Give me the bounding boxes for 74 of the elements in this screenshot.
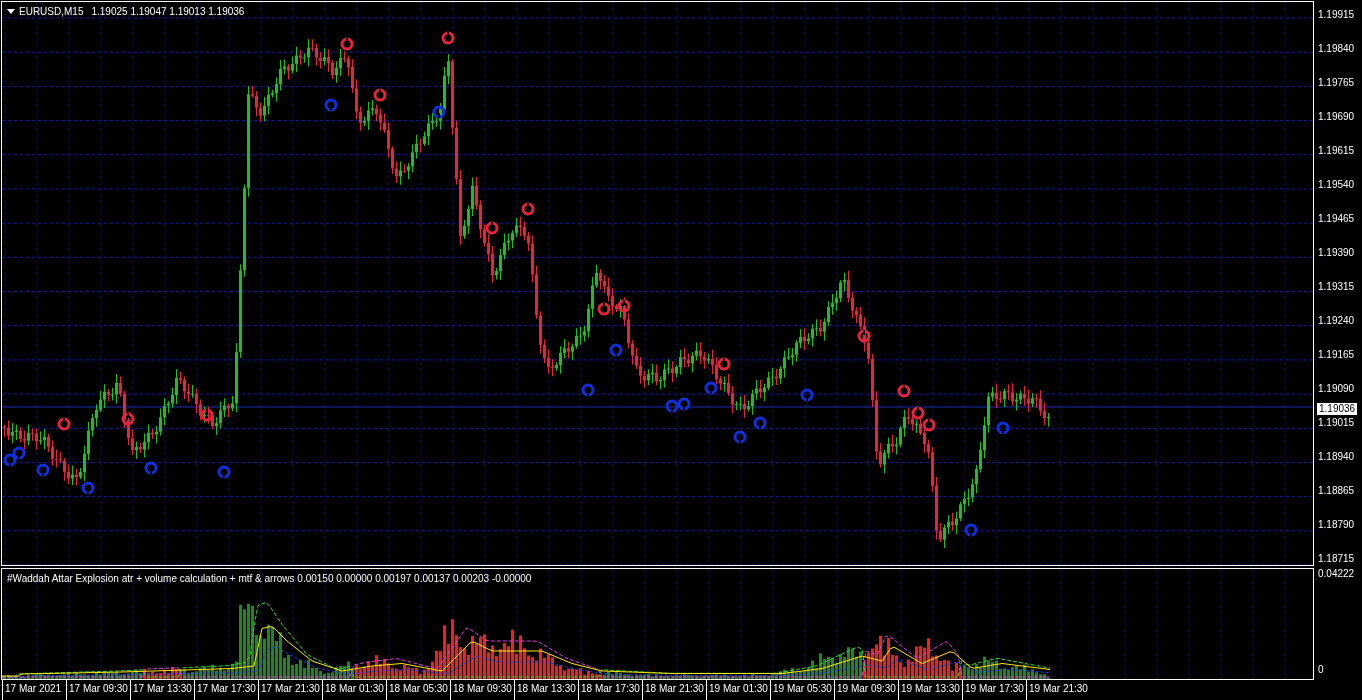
signal-marker-icon: [704, 381, 718, 395]
signal-marker-icon: [324, 98, 338, 112]
price-label: 1.19915: [1318, 9, 1356, 21]
signal-marker-icon: [3, 453, 17, 467]
price-label: 1.18940: [1318, 451, 1356, 463]
signal-marker-icon: [581, 383, 595, 397]
signal-marker-icon: [753, 416, 767, 430]
signal-marker-icon: [144, 461, 158, 475]
signal-marker-icon: [217, 465, 231, 479]
time-label: 17 Mar 21:30: [258, 680, 322, 700]
signal-marker-icon: [432, 105, 446, 119]
scale-max-label: 0.04222: [1318, 568, 1356, 580]
signal-marker-icon: [441, 31, 455, 45]
time-label: 19 Mar 05:30: [770, 680, 834, 700]
price-label: 1.19090: [1318, 383, 1356, 395]
time-label: 17 Mar 09:30: [66, 680, 130, 700]
time-label: 19 Mar 17:30: [962, 680, 1026, 700]
signal-marker-icon: [897, 384, 911, 398]
signal-marker-icon: [677, 397, 691, 411]
time-label: 18 Mar 09:30: [450, 680, 514, 700]
price-label: 1.19840: [1318, 43, 1356, 55]
price-label: 1.19540: [1318, 179, 1356, 191]
price-label: 1.19690: [1318, 111, 1356, 123]
signal-marker-icon: [57, 417, 71, 431]
price-label: 1.19165: [1318, 349, 1356, 361]
ohlc-values: 1.19025 1.19047 1.19013 1.19036: [91, 6, 245, 17]
price-label: 1.19315: [1318, 281, 1356, 293]
time-label: 18 Mar 05:30: [386, 680, 450, 700]
current-price-label: 1.19036: [1317, 403, 1358, 415]
dropdown-triangle-icon[interactable]: [7, 8, 15, 15]
signal-marker-icon: [857, 329, 871, 343]
time-label: 19 Mar 21:30: [1026, 680, 1090, 700]
symbol-title: EURUSD,M15: [19, 6, 84, 17]
time-label: 19 Mar 01:30: [706, 680, 770, 700]
price-label: 1.19390: [1318, 247, 1356, 259]
price-label: 1.18715: [1318, 553, 1356, 565]
signal-marker-icon: [36, 463, 50, 477]
time-label: 18 Mar 21:30: [642, 680, 706, 700]
price-label: 1.19465: [1318, 213, 1356, 225]
price-label: 1.19240: [1318, 315, 1356, 327]
signal-marker-icon: [617, 299, 631, 313]
scale-min-label: 0: [1318, 664, 1325, 676]
time-label: 19 Mar 13:30: [898, 680, 962, 700]
signal-marker-icon: [665, 399, 679, 413]
signal-marker-icon: [800, 388, 814, 402]
time-label: 19 Mar 09:30: [834, 680, 898, 700]
signal-marker-icon: [340, 37, 354, 51]
signal-marker-icon: [996, 421, 1010, 435]
signal-marker-icon: [609, 343, 623, 357]
signal-marker-icon: [200, 408, 214, 422]
time-label: 18 Mar 13:30: [514, 680, 578, 700]
signal-marker-icon: [964, 523, 978, 537]
indicator-title: #Waddah Attar Explosion atr + volume calculation + mtf & arrows 0.00150 0.00000 0.00197 0.00137 0.00203 -0.00000: [7, 573, 532, 584]
signal-marker-icon: [733, 430, 747, 444]
signal-marker-icon: [597, 302, 611, 316]
signal-marker-icon: [521, 202, 535, 216]
time-label: 17 Mar 2021: [2, 680, 66, 700]
time-label: 18 Mar 01:30: [322, 680, 386, 700]
signal-marker-icon: [717, 357, 731, 371]
time-label: 17 Mar 13:30: [130, 680, 194, 700]
price-label: 1.19765: [1318, 77, 1356, 89]
signal-marker-icon: [121, 412, 135, 426]
signal-marker-icon: [81, 481, 95, 495]
price-label: 1.19015: [1318, 417, 1356, 429]
time-label: 18 Mar 17:30: [578, 680, 642, 700]
signal-marker-icon: [485, 221, 499, 235]
price-label: 1.18865: [1318, 485, 1356, 497]
signal-marker-icon: [373, 88, 387, 102]
signal-marker-icon: [922, 418, 936, 432]
signal-marker-icon: [12, 446, 26, 460]
time-label: 17 Mar 17:30: [194, 680, 258, 700]
price-label: 1.19615: [1318, 145, 1356, 157]
signal-marker-icon: [911, 406, 925, 420]
price-label: 1.18790: [1318, 519, 1356, 531]
